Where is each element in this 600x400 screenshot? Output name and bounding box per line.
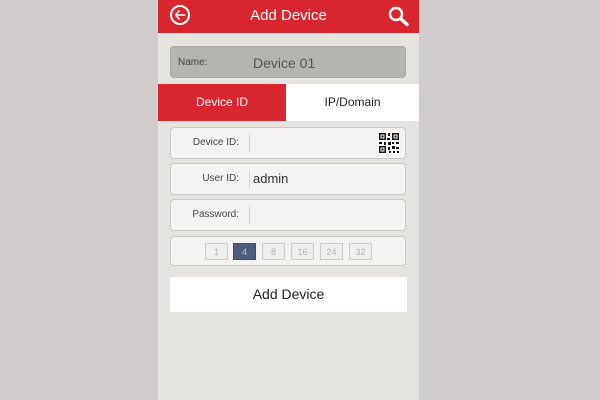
name-field[interactable]: Name: Device 01 bbox=[170, 46, 406, 78]
password-field[interactable]: Password: bbox=[170, 199, 406, 231]
user-id-input[interactable]: admin bbox=[253, 171, 288, 186]
tab-device-id[interactable]: Device ID bbox=[158, 84, 286, 121]
password-label: Password: bbox=[192, 209, 239, 220]
search-button[interactable] bbox=[387, 5, 411, 27]
user-id-field[interactable]: User ID: admin bbox=[170, 163, 406, 195]
tab-ip-domain[interactable]: IP/Domain bbox=[286, 84, 419, 121]
name-value[interactable]: Device 01 bbox=[253, 55, 315, 71]
field-divider bbox=[249, 170, 250, 188]
channel-option-32[interactable]: 32 bbox=[349, 243, 372, 260]
search-icon bbox=[388, 6, 409, 27]
qr-code-icon bbox=[378, 132, 400, 154]
user-id-label: User ID: bbox=[202, 173, 239, 184]
channel-option-16[interactable]: 16 bbox=[291, 243, 314, 260]
channel-option-1[interactable]: 1 bbox=[205, 243, 228, 260]
qr-scan-button[interactable] bbox=[378, 132, 400, 154]
field-divider bbox=[249, 134, 250, 152]
app-header: Add Device bbox=[158, 0, 419, 33]
tab-bar: Device ID IP/Domain bbox=[158, 84, 419, 121]
channel-option-24[interactable]: 24 bbox=[320, 243, 343, 260]
channel-selector: 1 4 8 16 24 32 bbox=[170, 236, 406, 266]
channel-option-4[interactable]: 4 bbox=[233, 243, 256, 260]
page-title: Add Device bbox=[250, 7, 327, 24]
field-divider bbox=[249, 206, 250, 224]
name-label: Name: bbox=[178, 57, 208, 68]
device-id-label: Device ID: bbox=[192, 137, 239, 148]
device-id-field[interactable]: Device ID: bbox=[170, 127, 406, 159]
phone-screen: Add Device Name: Device 01 Device ID IP/… bbox=[158, 0, 419, 400]
channel-option-8[interactable]: 8 bbox=[262, 243, 285, 260]
add-device-button[interactable]: Add Device bbox=[170, 277, 407, 312]
